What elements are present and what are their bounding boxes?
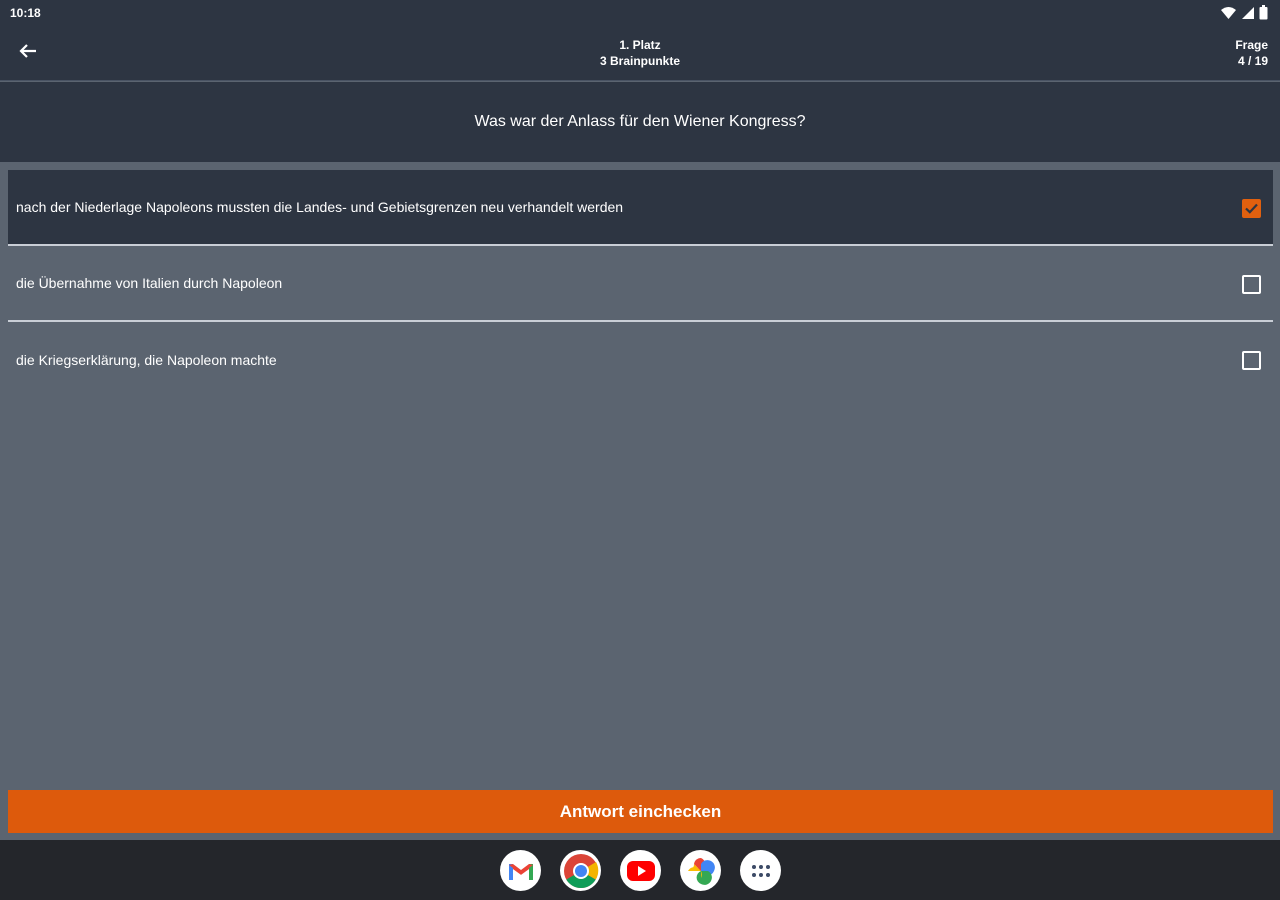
answer-text: die Kriegserklärung, die Napoleon machte [16, 352, 277, 368]
status-icons [1221, 5, 1268, 25]
status-time: 10:18 [10, 6, 41, 20]
answer-text: nach der Niederlage Napoleons mussten di… [16, 199, 624, 215]
question-label: Frage [1235, 38, 1268, 52]
answer-list: nach der Niederlage Napoleons mussten di… [8, 170, 1273, 398]
app-bar: 1. Platz 3 Brainpunkte Frage 4 / 19 [0, 26, 1280, 81]
score-info: 1. Platz 3 Brainpunkte [540, 37, 740, 69]
signal-icon [1241, 6, 1254, 25]
checkbox-unchecked[interactable] [1242, 351, 1261, 370]
question-counter: 4 / 19 [1237, 54, 1268, 68]
answer-text: die Übernahme von Italien durch Napoleon [16, 275, 283, 291]
youtube-icon[interactable] [620, 850, 661, 891]
points-label: 3 Brainpunkte [599, 54, 680, 68]
submit-answer-button[interactable]: Antwort einchecken [8, 790, 1273, 833]
back-button[interactable] [12, 38, 44, 68]
arrow-left-icon [19, 43, 37, 64]
checkmark-icon [1245, 201, 1258, 217]
answer-option-2[interactable]: die Übernahme von Italien durch Napoleon [8, 246, 1273, 322]
gmail-icon[interactable] [500, 850, 541, 891]
answer-option-1[interactable]: nach der Niederlage Napoleons mussten di… [8, 170, 1273, 246]
question-text: Was war der Anlass für den Wiener Kongre… [474, 113, 806, 130]
photos-icon[interactable] [680, 850, 721, 891]
app-dock [0, 840, 1280, 900]
rank-label: 1. Platz [619, 38, 661, 52]
app-drawer-icon[interactable] [740, 850, 781, 891]
wifi-icon [1221, 6, 1236, 25]
answer-option-3[interactable]: die Kriegserklärung, die Napoleon machte [8, 322, 1273, 398]
checkbox-checked[interactable] [1242, 199, 1261, 218]
chrome-icon[interactable] [560, 850, 601, 891]
status-bar: 10:18 [0, 0, 1280, 26]
battery-icon [1259, 5, 1268, 25]
dock-icons [500, 850, 781, 891]
checkbox-unchecked[interactable] [1242, 275, 1261, 294]
question-progress: Frage 4 / 19 [1235, 37, 1268, 69]
question-area: Was war der Anlass für den Wiener Kongre… [0, 82, 1280, 162]
